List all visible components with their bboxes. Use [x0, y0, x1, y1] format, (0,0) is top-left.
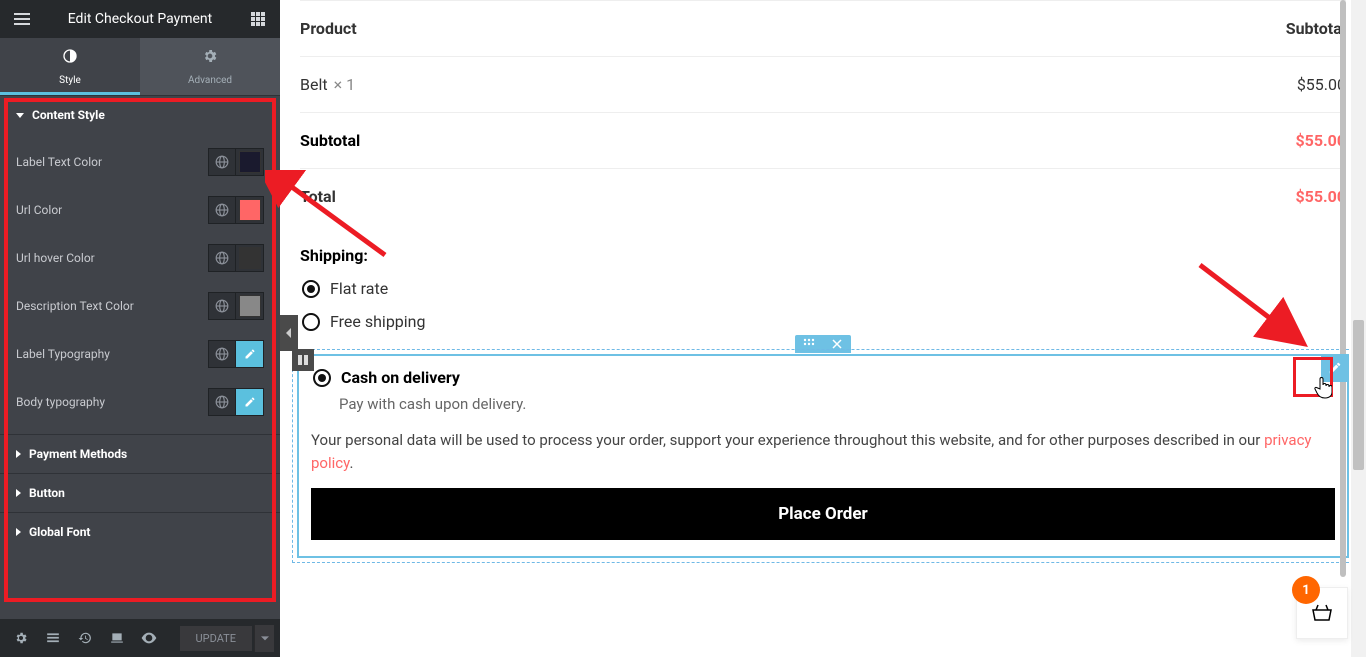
tab-style-label: Style: [59, 75, 81, 86]
section-label: Button: [29, 486, 65, 500]
section-global-font: Global Font: [0, 512, 280, 551]
control-label: Label Typography: [16, 347, 110, 361]
product-quantity: × 1: [334, 75, 356, 94]
sidebar-sections: Content Style Label Text Color Url Color: [0, 95, 280, 619]
section-header-content-style[interactable]: Content Style: [0, 96, 280, 134]
product-row: Belt × 1 $55.00: [300, 57, 1346, 113]
place-order-button[interactable]: Place Order: [311, 488, 1335, 540]
global-color-icon[interactable]: [208, 292, 236, 320]
chevron-right-icon: [16, 489, 21, 497]
collapse-panel-icon[interactable]: [280, 315, 298, 351]
color-picker[interactable]: [236, 196, 264, 224]
preview-icon[interactable]: [134, 623, 164, 653]
shipping-option-label: Free shipping: [330, 312, 426, 331]
editor-sidebar: Edit Checkout Payment Style Advanced Con…: [0, 0, 280, 657]
tab-advanced-label: Advanced: [188, 75, 232, 86]
control-description-text-color: Description Text Color: [0, 282, 280, 330]
section-label: Payment Methods: [29, 447, 127, 461]
widgets-panel-icon[interactable]: [244, 5, 272, 33]
settings-icon[interactable]: [6, 623, 36, 653]
sidebar-footer: UPDATE: [0, 619, 280, 657]
section-header-button[interactable]: Button: [0, 474, 280, 512]
privacy-post-text: .: [349, 454, 353, 472]
section-header-global-font[interactable]: Global Font: [0, 513, 280, 551]
section-content-style: Content Style Label Text Color Url Color: [0, 95, 280, 434]
cart-count-badge: 1: [1292, 576, 1320, 604]
section-payment-methods: Payment Methods: [0, 434, 280, 473]
global-typography-icon[interactable]: [208, 340, 236, 368]
payment-option-cod[interactable]: Cash on delivery: [313, 368, 1335, 387]
color-picker[interactable]: [236, 244, 264, 272]
hamburger-icon[interactable]: [8, 5, 36, 33]
color-picker[interactable]: [236, 292, 264, 320]
canvas-scrollbar[interactable]: [1340, 0, 1348, 577]
section-header-payment-methods[interactable]: Payment Methods: [0, 435, 280, 473]
product-column-header: Product: [300, 19, 357, 38]
global-color-icon[interactable]: [208, 196, 236, 224]
control-body-typography: Body typography: [0, 378, 280, 426]
chevron-right-icon: [16, 528, 21, 536]
tab-advanced[interactable]: Advanced: [140, 38, 280, 95]
subtotal-row: Subtotal $55.00: [300, 113, 1346, 169]
chevron-down-icon: [16, 113, 24, 118]
section-button: Button: [0, 473, 280, 512]
update-button[interactable]: UPDATE: [180, 626, 252, 651]
responsive-icon[interactable]: [102, 623, 132, 653]
payment-section-wrapper: Cash on delivery Pay with cash upon deli…: [292, 349, 1354, 563]
global-typography-icon[interactable]: [208, 388, 236, 416]
sidebar-header: Edit Checkout Payment: [0, 0, 280, 38]
control-label: Url Color: [16, 203, 62, 217]
global-color-icon[interactable]: [208, 244, 236, 272]
section-label: Content Style: [32, 108, 105, 122]
navigator-icon[interactable]: [38, 623, 68, 653]
shipping-option-free[interactable]: Free shipping: [302, 312, 1354, 331]
radio-icon: [313, 369, 331, 387]
total-row: Total $55.00: [300, 169, 1346, 224]
control-url-hover-color: Url hover Color: [0, 234, 280, 282]
column-handle-icon[interactable]: [292, 349, 314, 371]
subtotal-label: Subtotal: [300, 131, 360, 150]
control-label: Url hover Color: [16, 251, 95, 265]
shipping-heading: Shipping:: [300, 246, 1354, 265]
control-label-text-color: Label Text Color: [0, 138, 280, 186]
table-header-row: Product Subtotal: [300, 0, 1346, 57]
total-label: Total: [300, 187, 336, 206]
color-picker[interactable]: [236, 148, 264, 176]
section-label: Global Font: [29, 525, 90, 539]
subtotal-value: $55.00: [1295, 131, 1346, 150]
history-icon[interactable]: [70, 623, 100, 653]
radio-icon: [302, 280, 320, 298]
edit-widget-icon[interactable]: [1321, 354, 1349, 382]
editor-canvas: Product Subtotal Belt × 1 $55.00 Subtotal…: [280, 0, 1366, 657]
privacy-text: Your personal data will be used to proce…: [311, 429, 1335, 474]
order-summary-table: Product Subtotal Belt × 1 $55.00 Subtotal…: [300, 0, 1346, 224]
product-name: Belt: [300, 75, 328, 94]
sidebar-title: Edit Checkout Payment: [36, 11, 244, 27]
control-label: Label Text Color: [16, 155, 102, 169]
shipping-option-flat-rate[interactable]: Flat rate: [302, 279, 1354, 298]
global-color-icon[interactable]: [208, 148, 236, 176]
control-label: Description Text Color: [16, 299, 134, 313]
tab-style[interactable]: Style: [0, 38, 140, 95]
payment-option-label: Cash on delivery: [341, 368, 460, 387]
control-url-color: Url Color: [0, 186, 280, 234]
chevron-right-icon: [16, 450, 21, 458]
radio-icon: [302, 313, 320, 331]
control-label-typography: Label Typography: [0, 330, 280, 378]
shipping-option-label: Flat rate: [330, 279, 388, 298]
update-options-icon[interactable]: [254, 625, 274, 652]
product-price: $55.00: [1297, 75, 1346, 94]
control-label: Body typography: [16, 395, 105, 409]
window-scrollbar[interactable]: [1351, 0, 1366, 657]
subtotal-column-header: Subtotal: [1286, 19, 1346, 38]
privacy-pre-text: Your personal data will be used to proce…: [311, 431, 1264, 449]
panel-tabs: Style Advanced: [0, 38, 280, 95]
total-value: $55.00: [1295, 187, 1346, 206]
payment-option-description: Pay with cash upon delivery.: [339, 395, 1335, 413]
edit-typography-icon[interactable]: [236, 340, 264, 368]
edit-typography-icon[interactable]: [236, 388, 264, 416]
